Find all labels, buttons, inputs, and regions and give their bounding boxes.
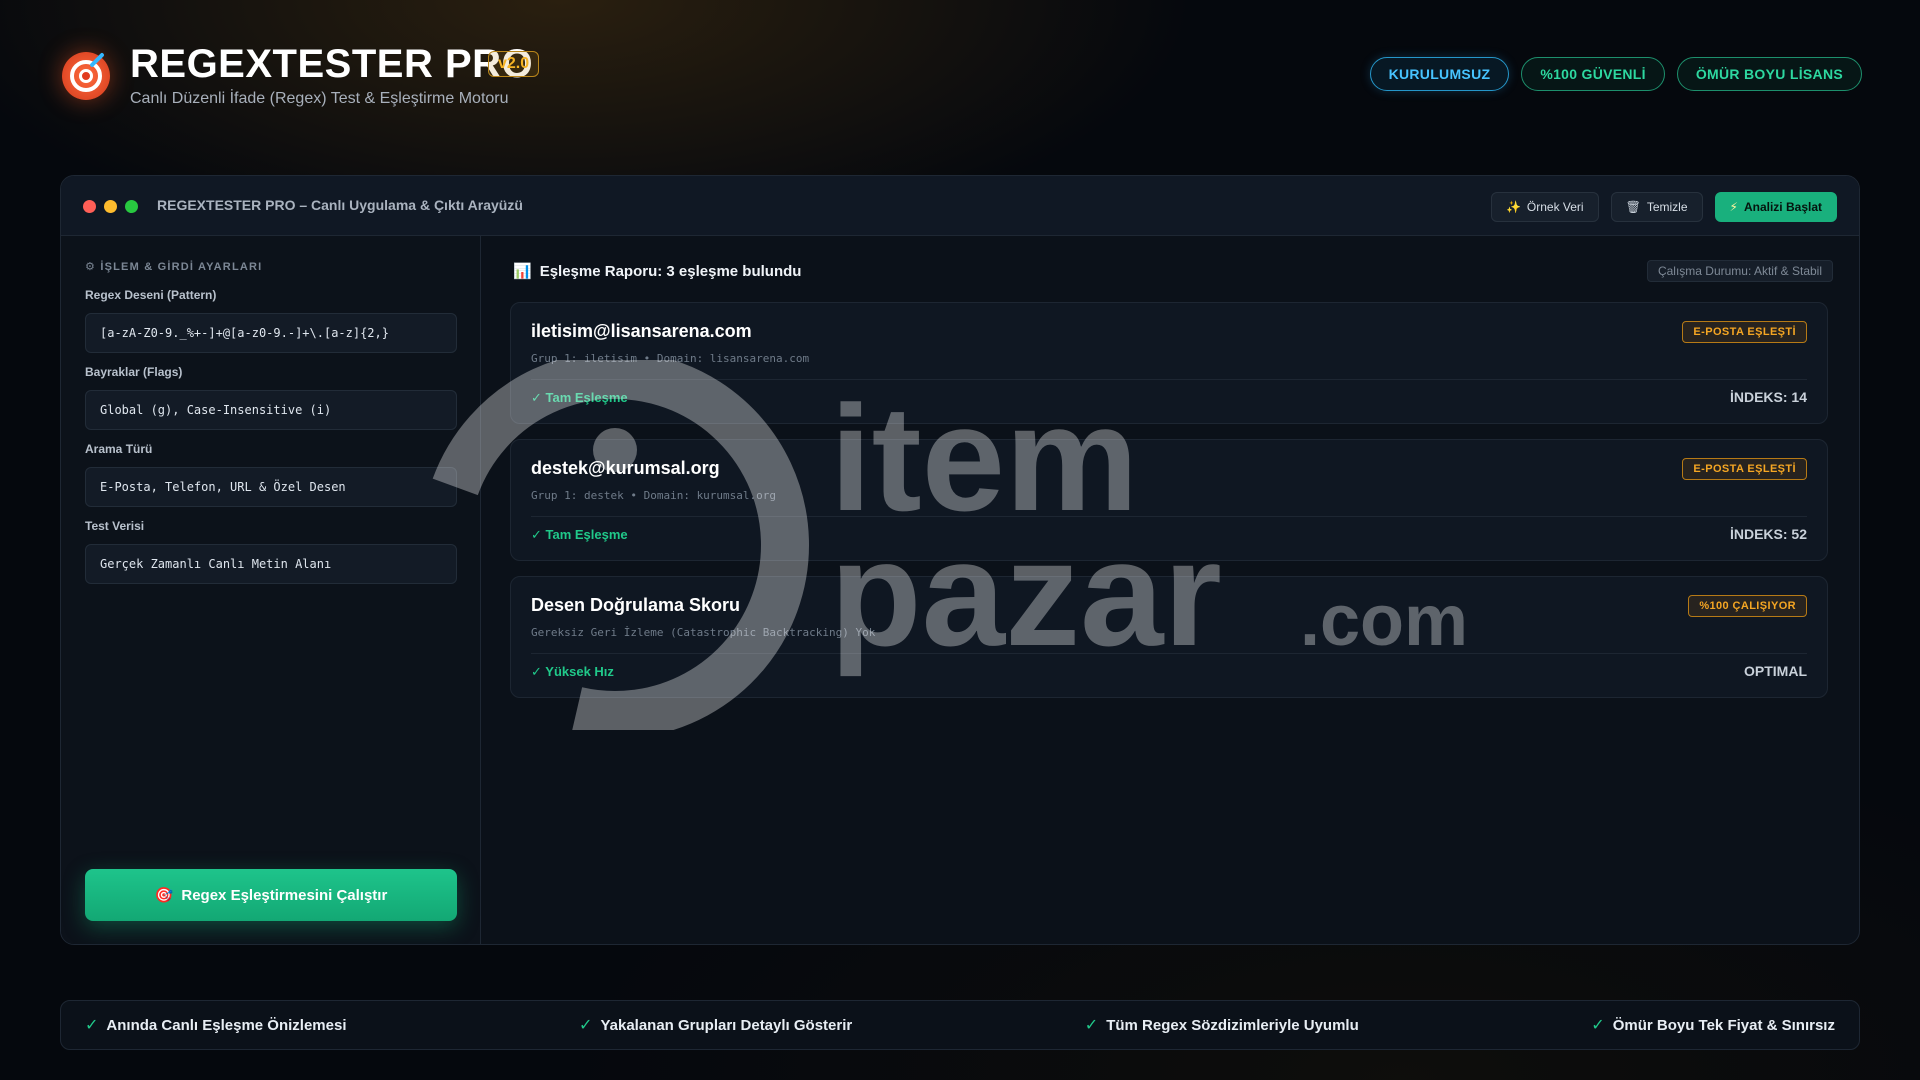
close-window-dot[interactable] (83, 200, 96, 213)
brand-title: REGEXTESTER PRO (130, 42, 534, 86)
card-divider (531, 516, 1807, 517)
analyze-label: Analizi Başlat (1743, 200, 1822, 214)
score-detail: Gereksiz Geri İzleme (Catastrophic Backt… (531, 626, 876, 639)
pattern-label: Regex Deseni (Pattern) (85, 288, 217, 302)
pattern-input[interactable]: [a-zA-Z0-9._%+-]+@[a-z0-9.-]+\.[a-z]{2,} (85, 313, 457, 353)
maximize-window-dot[interactable] (125, 200, 138, 213)
pill-no-install: KURULUMSUZ (1369, 57, 1510, 91)
settings-section-title: ⚙ İŞLEM & GİRDİ AYARLARI (85, 261, 263, 273)
run-regex-label: Regex Eşleştirmesini Çalıştır (181, 886, 388, 904)
match-type-badge: E-POSTA EŞLEŞTİ (1682, 321, 1807, 343)
version-badge: v2.0 (488, 51, 540, 77)
test-data-label: Test Verisi (85, 519, 145, 533)
feature-item: ✓ Tüm Regex Sözdizimleriyle Uyumlu (1084, 1016, 1359, 1035)
gear-icon: ⚙ (85, 261, 97, 273)
brand-subtitle: Canlı Düzenli İfade (Regex) Test & Eşleş… (130, 90, 509, 107)
check-icon: ✓ (579, 1017, 593, 1034)
sparkle-icon: ✨ (1505, 200, 1521, 214)
card-divider (531, 653, 1807, 654)
app-window: REGEXTESTER PRO – Canlı Uygulama & Çıktı… (60, 175, 1860, 945)
match-card[interactable]: destek@kurumsal.org Grup 1: destek • Dom… (510, 439, 1828, 561)
card-divider (531, 379, 1807, 380)
toolbar-actions: ✨ Örnek Veri 🗑 Temizle ⚡ Analizi Başlat (1490, 192, 1837, 222)
match-value: iletisim@lisansarena.com (531, 321, 752, 341)
match-value: destek@kurumsal.org (531, 458, 720, 478)
match-groups: Grup 1: iletisim • Domain: lisansarena.c… (531, 352, 810, 365)
sample-data-label: Örnek Veri (1526, 200, 1584, 214)
match-card[interactable]: iletisim@lisansarena.com Grup 1: iletisi… (510, 302, 1828, 424)
sample-data-button[interactable]: ✨ Örnek Veri (1490, 192, 1599, 222)
working-badge: %100 ÇALIŞIYOR (1688, 595, 1807, 617)
flags-label: Bayraklar (Flags) (85, 365, 183, 379)
match-groups: Grup 1: destek • Domain: kurumsal.org (531, 489, 777, 502)
feature-pills: KURULUMSUZ %100 GÜVENLİ ÖMÜR BOYU LİSANS (1369, 57, 1862, 91)
clear-label: Temizle (1646, 200, 1688, 214)
check-icon: ✓ (85, 1017, 99, 1034)
check-icon: ✓ (1084, 1017, 1099, 1034)
window-title: REGEXTESTER PRO – Canlı Uygulama & Çıktı… (157, 197, 523, 213)
match-status: ✓ Tam Eşleşme (531, 527, 628, 542)
runtime-status-badge: Çalışma Durumu: Aktif & Stabil (1646, 260, 1833, 282)
search-type-input[interactable]: E-Posta, Telefon, URL & Özel Desen (85, 467, 457, 507)
search-type-label: Arama Türü (85, 442, 153, 456)
run-regex-button[interactable]: 🎯 Regex Eşleştirmesini Çalıştır (85, 869, 457, 921)
input-settings-panel: ⚙ İŞLEM & GİRDİ AYARLARI Regex Deseni (P… (61, 236, 481, 944)
match-report-panel: 📊 Eşleşme Raporu: 3 eşleşme bulundu Çalı… (482, 236, 1859, 944)
match-type-badge: E-POSTA EŞLEŞTİ (1682, 458, 1807, 480)
trash-icon: 🗑 (1625, 200, 1641, 214)
speed-status: ✓ Yüksek Hız (531, 664, 614, 679)
feature-item: ✓ Anında Canlı Eşleşme Önizlemesi (85, 1016, 347, 1035)
window-titlebar: REGEXTESTER PRO – Canlı Uygulama & Çıktı… (61, 176, 1859, 236)
match-status: ✓ Tam Eşleşme (531, 390, 628, 405)
analyze-button[interactable]: ⚡ Analizi Başlat (1714, 192, 1837, 222)
feature-item: ✓ Yakalanan Grupları Detaylı Gösterir (579, 1016, 853, 1035)
report-title: 📊 Eşleşme Raporu: 3 eşleşme bulundu (513, 262, 802, 281)
minimize-window-dot[interactable] (104, 200, 117, 213)
lightning-icon: ⚡ (1729, 200, 1738, 214)
pill-lifetime-license: ÖMÜR BOYU LİSANS (1676, 57, 1862, 91)
flags-input[interactable]: Global (g), Case-Insensitive (i) (85, 390, 457, 430)
target-logo-icon (62, 52, 110, 100)
pill-secure: %100 GÜVENLİ (1521, 57, 1665, 91)
match-index: İNDEKS: 14 (1729, 389, 1807, 405)
feature-bar: ✓ Anında Canlı Eşleşme Önizlemesi ✓ Yaka… (60, 1000, 1860, 1050)
score-result: OPTIMAL (1744, 663, 1807, 679)
validation-score-card[interactable]: Desen Doğrulama Skoru Gereksiz Geri İzle… (510, 576, 1828, 698)
bar-chart-icon: 📊 (513, 263, 532, 280)
feature-item: ✓ Ömür Boyu Tek Fiyat & Sınırsız (1591, 1016, 1835, 1035)
match-index: İNDEKS: 52 (1729, 526, 1807, 542)
target-icon: 🎯 (154, 887, 174, 904)
test-data-input[interactable]: Gerçek Zamanlı Canlı Metin Alanı (85, 544, 457, 584)
app-header: REGEXTESTER PRO v2.0 Canlı Düzenli İfade… (62, 40, 1862, 120)
check-icon: ✓ (1591, 1017, 1605, 1034)
clear-button[interactable]: 🗑 Temizle (1610, 192, 1703, 222)
score-title: Desen Doğrulama Skoru (531, 595, 741, 615)
